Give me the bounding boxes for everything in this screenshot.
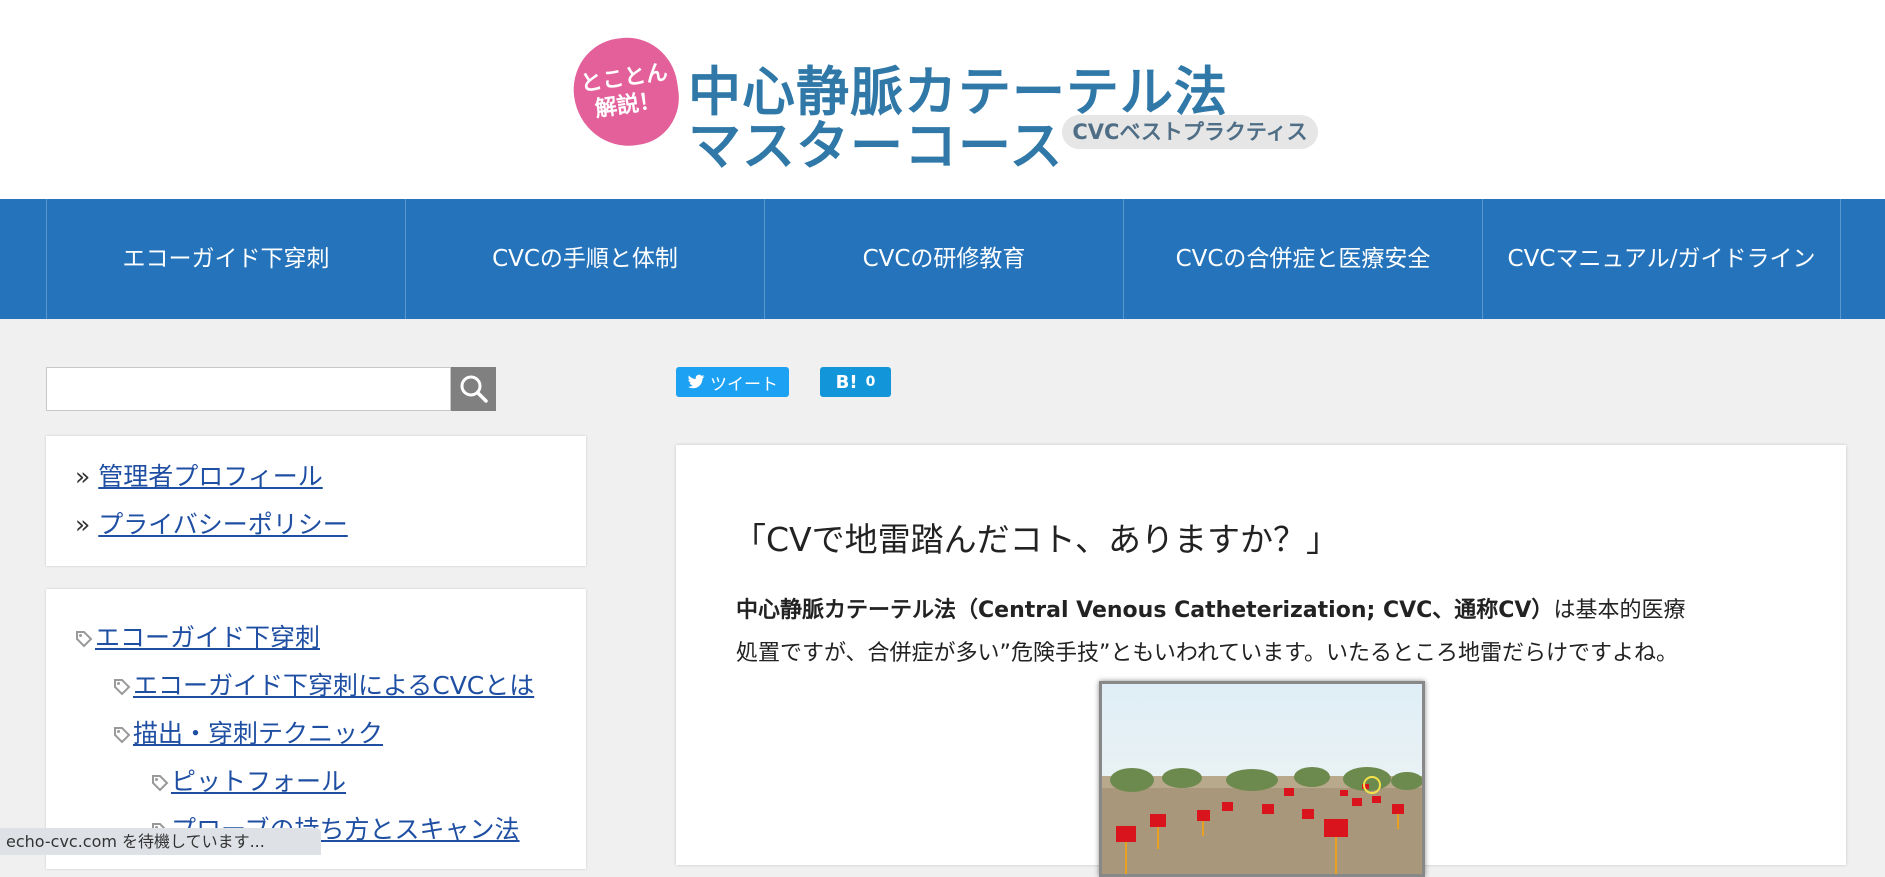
category-link-echo-guided[interactable]: エコーガイド下穿刺: [95, 623, 320, 652]
tweet-label: ツイート: [710, 374, 778, 395]
tag-icon: [114, 679, 131, 696]
nav-item-complications[interactable]: CVCの合併症と医療安全: [1123, 199, 1482, 319]
search-button[interactable]: [451, 367, 496, 411]
category-link-what-is-cvc[interactable]: エコーガイド下穿刺によるCVCとは: [133, 671, 534, 700]
list-bullet: »: [75, 462, 91, 491]
list-item: » プライバシーポリシー: [75, 505, 348, 541]
category-item: 描出・穿刺テクニック: [113, 714, 383, 750]
twitter-bird-icon: [687, 374, 705, 389]
category-item: ピットフォール: [151, 762, 346, 798]
article-intro-rest-2: 処置ですが、合併症が多い”危険手技”ともいわれています。いたるところ地雷だらけで…: [736, 641, 1678, 666]
hatena-count: 0: [865, 374, 876, 390]
logo-badge: とことん 解説！: [566, 31, 686, 153]
tag-icon: [76, 631, 93, 648]
list-item: » 管理者プロフィール: [75, 457, 323, 493]
tweet-button[interactable]: ツイート: [676, 367, 789, 397]
article-card: 「CVで地雷踏んだコト、ありますか？」 中心静脈カテーテル法（Central V…: [676, 445, 1846, 877]
main-nav: エコーガイド下穿刺 CVCの手順と体制 CVCの研修教育 CVCの合併症と医療安…: [0, 199, 1885, 319]
nav-item-echo-guided[interactable]: エコーガイド下穿刺: [46, 199, 405, 319]
article-title: 「CVで地雷踏んだコト、ありますか？」: [733, 520, 1339, 559]
search-input[interactable]: [46, 367, 451, 411]
category-item: エコーガイド下穿刺によるCVCとは: [113, 666, 534, 702]
nav-item-manual[interactable]: CVCマニュアル/ガイドライン: [1482, 199, 1841, 319]
browser-status-bar: echo-cvc.com を待機しています...: [0, 828, 321, 855]
admin-profile-link[interactable]: 管理者プロフィール: [98, 462, 323, 491]
article-intro-bold: 中心静脈カテーテル法（Central Venous Catheterizatio…: [736, 598, 1554, 623]
site-tagline: CVCベストプラクティス: [1062, 115, 1318, 149]
list-bullet: »: [75, 510, 91, 539]
site-title-line2: マスターコース: [688, 116, 1064, 177]
nav-item-training[interactable]: CVCの研修教育: [764, 199, 1123, 319]
hatena-bookmark-icon: B!: [835, 371, 858, 393]
tag-icon: [114, 727, 131, 744]
category-link-pitfall[interactable]: ピットフォール: [171, 767, 346, 796]
hatena-bookmark-button[interactable]: B! 0: [820, 367, 891, 397]
category-box: エコーガイド下穿刺 エコーガイド下穿刺によるCVCとは 描出・穿刺テクニック ピ…: [46, 589, 586, 869]
search-icon: [460, 375, 488, 403]
site-header: とことん 解説！ 中心静脈カテーテル法 マスターコース CVCベストプラクティス: [0, 0, 1885, 199]
search-form: [46, 367, 496, 411]
privacy-policy-link[interactable]: プライバシーポリシー: [98, 510, 348, 539]
site-logo[interactable]: とことん 解説！ 中心静脈カテーテル法 マスターコース CVCベストプラクティス: [566, 31, 1319, 177]
article-intro: 中心静脈カテーテル法（Central Venous Catheterizatio…: [736, 589, 1786, 675]
profile-links-box: » 管理者プロフィール » プライバシーポリシー: [46, 436, 586, 566]
category-item: エコーガイド下穿刺: [75, 618, 320, 654]
minefield-photo: [1099, 681, 1425, 877]
tag-icon: [152, 775, 169, 792]
nav-item-procedure[interactable]: CVCの手順と体制: [405, 199, 764, 319]
category-link-technique[interactable]: 描出・穿刺テクニック: [133, 719, 383, 748]
article-intro-rest-1: は基本的医療: [1553, 598, 1686, 623]
